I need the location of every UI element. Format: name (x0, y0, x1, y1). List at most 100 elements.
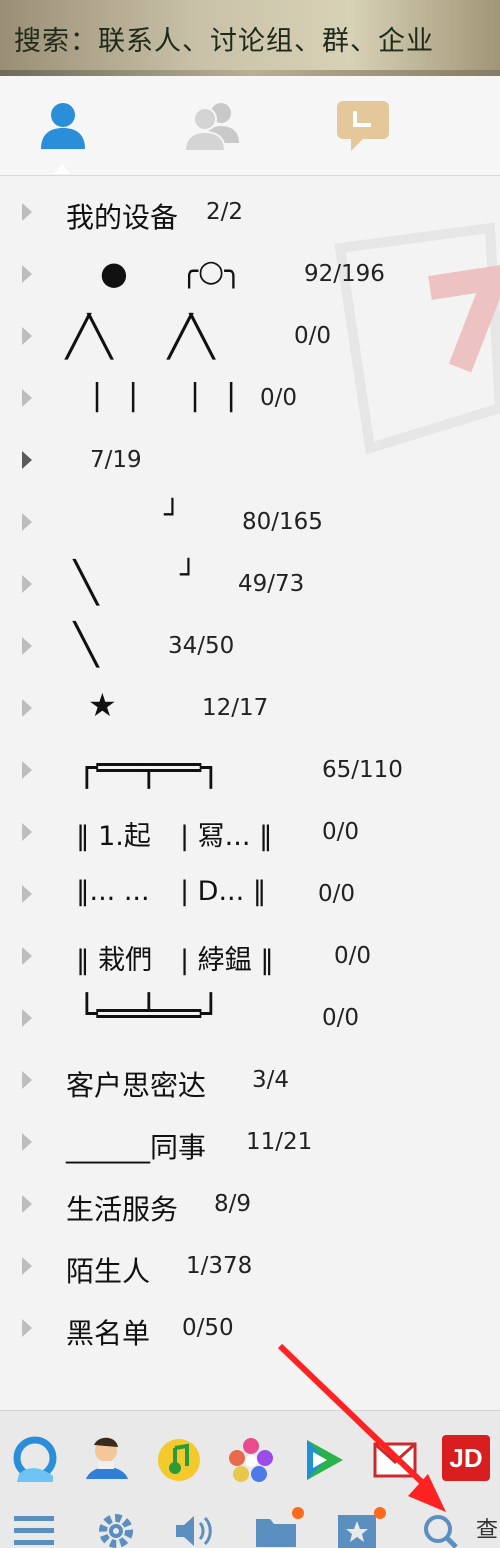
group-icon (183, 103, 239, 152)
group-count: 11/21 (246, 1129, 313, 1155)
group-glyph: ╱╲ (66, 314, 112, 360)
group-glyph: | 冩... ‖ (180, 821, 273, 852)
expand-arrow-icon[interactable] (22, 1009, 32, 1027)
volume-icon[interactable] (172, 1511, 216, 1548)
expand-arrow-icon[interactable] (22, 1195, 32, 1213)
group-row[interactable]: ╱╲ ╱╲ 0/0 (0, 306, 500, 368)
group-count: 0/0 (294, 323, 332, 349)
group-row-clients[interactable]: 客户思密达 3/4 (0, 1050, 500, 1112)
group-row[interactable]: ┘ 80/165 (0, 492, 500, 554)
qq-browser-icon[interactable] (10, 1435, 60, 1485)
mail-icon[interactable] (370, 1435, 420, 1485)
group-count: 49/73 (238, 571, 305, 597)
menu-icon[interactable] (12, 1511, 56, 1548)
expand-arrow-icon[interactable] (22, 761, 32, 779)
group-glyph: ‖ 1.起 (76, 821, 151, 852)
group-row[interactable]: ● ╭○╮ 92/196 (0, 244, 500, 306)
video-play-icon[interactable] (298, 1435, 348, 1485)
tab-contacts[interactable] (28, 90, 98, 160)
notification-dot (292, 1507, 304, 1519)
search-bar[interactable]: 搜索：联系人、讨论组、群、企业 (0, 0, 500, 76)
game-character-icon[interactable] (82, 1435, 132, 1485)
group-row-strangers[interactable]: 陌生人 1/378 (0, 1236, 500, 1298)
expand-arrow-icon[interactable] (22, 699, 32, 717)
group-row[interactable]: └══╧══┘ 0/0 (0, 988, 500, 1050)
expand-arrow-icon[interactable] (22, 513, 32, 531)
search-icon[interactable] (418, 1511, 462, 1548)
photo-flower-icon[interactable] (226, 1435, 276, 1485)
group-row[interactable]: ╲ 34/50 (0, 616, 500, 678)
group-row-my-devices[interactable]: 我的设备 2/2 (0, 182, 500, 244)
group-count: 0/0 (322, 819, 360, 845)
star-icon: ★ (88, 686, 117, 724)
group-count: 65/110 (322, 757, 403, 783)
group-row[interactable]: | | | | 0/0 (0, 368, 500, 430)
group-glyph: ● (100, 254, 128, 292)
notification-dot (374, 1507, 386, 1519)
contact-group-list[interactable]: 我的设备 2/2 ● ╭○╮ 92/196 ╱╲ ╱╲ 0/0 | | | | … (0, 178, 500, 1410)
expand-arrow-icon[interactable] (22, 947, 32, 965)
group-glyph: ┘ (180, 558, 197, 591)
group-count: 0/0 (260, 385, 298, 411)
app-search-label[interactable]: 查 (476, 1512, 500, 1544)
group-row[interactable]: 7/19 (0, 430, 500, 492)
jd-icon[interactable]: JD (442, 1435, 490, 1481)
group-row[interactable]: ‖... ... | D... ‖ 0/0 (0, 864, 500, 926)
app-shortcut-bar: JD (0, 1421, 500, 1485)
expand-arrow-icon[interactable] (22, 823, 32, 841)
expand-arrow-icon[interactable] (22, 389, 32, 407)
group-glyph: | 綍鎾 ‖ (180, 945, 274, 976)
group-label: 客户思密达 (66, 1069, 207, 1102)
group-row[interactable]: ★ 12/17 (0, 678, 500, 740)
group-count: 2/2 (206, 199, 244, 225)
bottom-panel: JD (0, 1410, 500, 1548)
group-glyph: | | (186, 378, 241, 413)
favorites-icon[interactable] (336, 1507, 386, 1548)
group-glyph: ‖ 栽們 (76, 945, 153, 976)
group-row[interactable]: ╲ ┘ 49/73 (0, 554, 500, 616)
group-count: 3/4 (252, 1067, 290, 1093)
group-count: 12/17 (202, 695, 269, 721)
group-count: 92/196 (304, 261, 385, 287)
expand-arrow-icon[interactable] (22, 637, 32, 655)
jd-label: JD (449, 1442, 483, 1473)
expand-arrow-icon[interactable] (22, 265, 32, 283)
group-row-blacklist[interactable]: 黑名单 0/50 (0, 1298, 500, 1360)
group-label: 生活服务 (66, 1193, 179, 1226)
active-tab-indicator (53, 164, 71, 174)
group-glyph: ╱╲ (168, 314, 214, 360)
group-label: 黑名单 (66, 1317, 151, 1350)
group-row-life-services[interactable]: 生活服务 8/9 (0, 1174, 500, 1236)
group-label: 陌生人 (66, 1255, 151, 1288)
expand-arrow-icon[interactable] (22, 203, 32, 221)
group-count: 80/165 (242, 509, 323, 535)
group-glyph: | D... ‖ (180, 876, 267, 907)
group-glyph: ╲ (74, 622, 99, 668)
group-row[interactable]: ┌══╤══┐ 65/110 (0, 740, 500, 802)
music-icon[interactable] (154, 1435, 204, 1485)
group-count: 7/19 (90, 447, 142, 473)
expand-arrow-icon[interactable] (22, 575, 32, 593)
tab-groups[interactable] (178, 90, 248, 160)
group-count: 0/0 (318, 881, 356, 907)
folder-icon[interactable] (254, 1507, 304, 1548)
group-count: 0/0 (334, 943, 372, 969)
group-row[interactable]: ‖ 栽們 | 綍鎾 ‖ 0/0 (0, 926, 500, 988)
expand-arrow-icon[interactable] (22, 1133, 32, 1151)
search-input[interactable]: 搜索：联系人、讨论组、群、企业 (14, 19, 434, 58)
group-count: 1/378 (186, 1253, 253, 1279)
expand-arrow-icon[interactable] (22, 451, 32, 469)
group-count: 34/50 (168, 633, 235, 659)
expand-arrow-icon[interactable] (22, 885, 32, 903)
group-glyph: | | (88, 378, 143, 413)
expand-arrow-icon[interactable] (22, 327, 32, 345)
expand-arrow-icon[interactable] (22, 1257, 32, 1275)
group-row-colleagues[interactable]: ______同事 11/21 (0, 1112, 500, 1174)
group-count: 0/50 (182, 1315, 234, 1341)
tab-sessions[interactable] (328, 90, 398, 160)
group-glyph: ╭○╮ (180, 254, 243, 289)
settings-icon[interactable] (94, 1511, 138, 1548)
expand-arrow-icon[interactable] (22, 1319, 32, 1337)
group-row[interactable]: ‖ 1.起 | 冩... ‖ 0/0 (0, 802, 500, 864)
expand-arrow-icon[interactable] (22, 1071, 32, 1089)
